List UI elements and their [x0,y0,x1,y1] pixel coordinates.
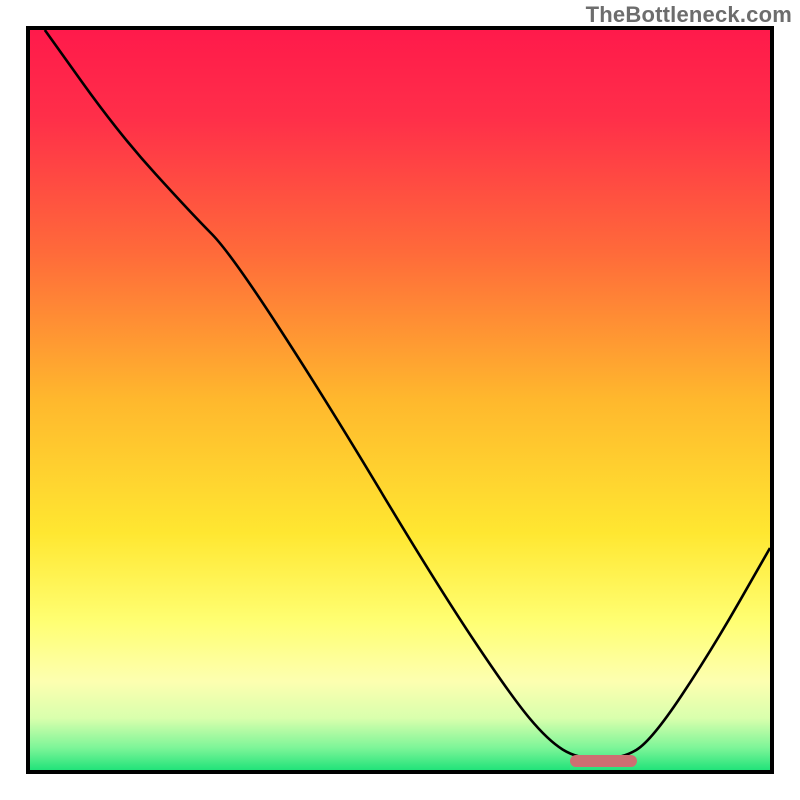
curve-layer [30,30,770,770]
chart-container: TheBottleneck.com [0,0,800,800]
bottleneck-curve [45,30,770,759]
watermark-text: TheBottleneck.com [586,2,792,28]
optimal-range-marker [570,755,637,767]
plot-area [26,26,774,774]
